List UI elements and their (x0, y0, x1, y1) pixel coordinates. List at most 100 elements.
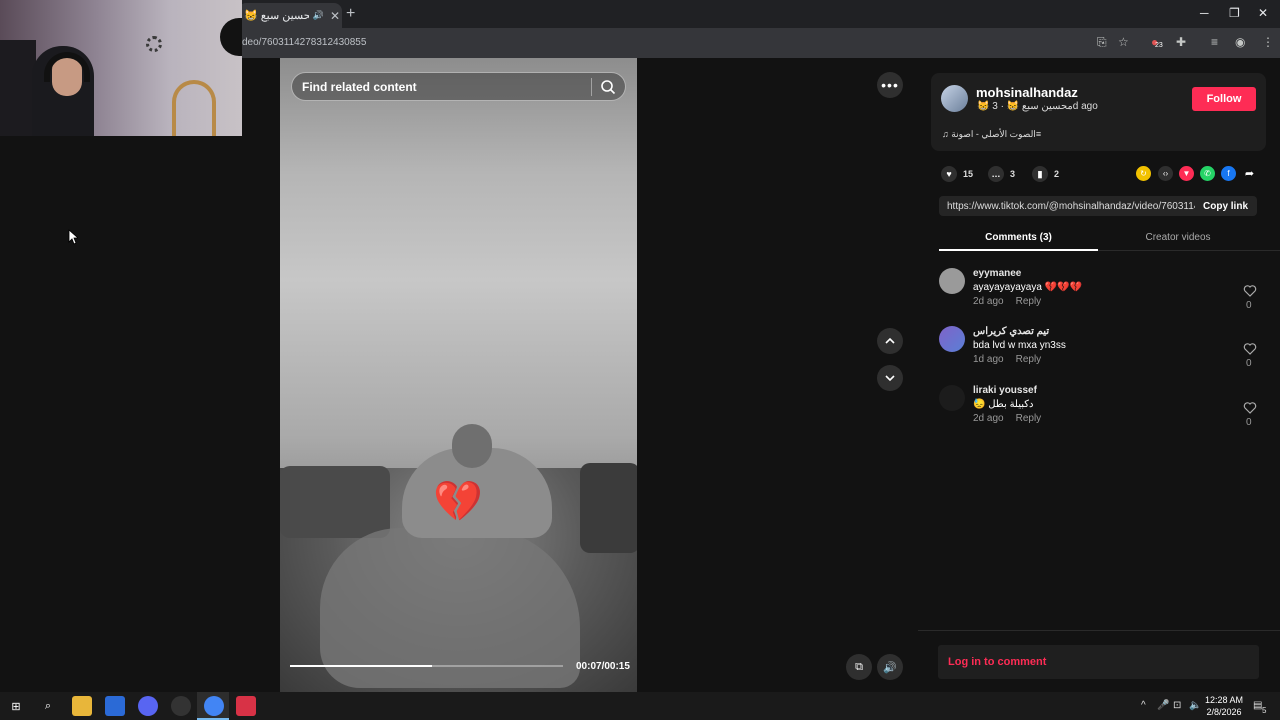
commenter-avatar[interactable] (939, 268, 965, 294)
repost-icon[interactable]: ↻ (1136, 166, 1151, 181)
minimize-button[interactable]: ─ (1200, 6, 1209, 20)
comment-count: 3 (1010, 169, 1016, 179)
restore-button[interactable]: ❐ (1229, 6, 1240, 20)
video-progress-bar[interactable] (290, 665, 563, 667)
media-control-icon[interactable]: ≡ (1211, 35, 1218, 49)
comment-like-count: 0 (1246, 417, 1252, 428)
cam-door-frame (172, 80, 216, 136)
author-avatar[interactable] (941, 85, 968, 112)
video-player[interactable]: 💔 (280, 58, 637, 692)
login-to-comment-link[interactable]: Log in to comment (948, 656, 1046, 668)
commenter-avatar[interactable] (939, 385, 965, 411)
comment-username[interactable]: liraki youssef (973, 385, 1037, 396)
volume-tray-icon[interactable]: 🔈 (1189, 700, 1201, 711)
copy-link-button[interactable]: Copy link (1203, 201, 1248, 212)
reply-button[interactable]: Reply (1016, 413, 1042, 424)
windows-taskbar: ⊞ ⌕ ^ 🎤 ⊡ 🔈 12:28 AM 2/8/2026 ▤ 5 (0, 692, 1280, 720)
close-window-button[interactable]: ✕ (1258, 6, 1268, 20)
volume-icon: 🔊 (883, 661, 897, 674)
active-tab-indicator (939, 249, 1098, 251)
search-taskbar-icon[interactable]: ⌕ (38, 696, 58, 716)
comment-meta: 2d ago Reply (973, 296, 1041, 307)
browser-tab[interactable]: 😸 محسين سبع 😸 🔊 ✕ (238, 3, 342, 28)
heart-outline-icon[interactable] (1243, 342, 1257, 356)
next-video-button[interactable] (877, 365, 903, 391)
chrome-icon[interactable] (204, 696, 224, 716)
send-icon[interactable]: ▼ (1179, 166, 1194, 181)
cam-dark-object (220, 18, 242, 56)
chevron-down-icon (885, 375, 895, 382)
reply-button[interactable]: Reply (1016, 354, 1042, 365)
like-count: 15 (963, 169, 974, 179)
comment-text: 😓 دكبيلة بطل (973, 399, 1034, 410)
menu-dots-icon[interactable]: ⋮ (1262, 35, 1274, 49)
comment-item: eyymanee ayayayayayaya 💔💔💔 2d ago Reply 0 (939, 268, 1259, 318)
broken-heart-emoji: 💔 (433, 480, 483, 524)
cam-wall-mirror (146, 36, 162, 52)
cam-chair (0, 40, 36, 136)
comment-time: 1d ago (973, 354, 1004, 365)
save-count: 2 (1054, 169, 1060, 179)
share-arrow-icon[interactable]: ➦ (1242, 166, 1257, 181)
tab-creator-videos[interactable]: Creator videos (1098, 232, 1258, 243)
taskbar-clock[interactable]: 12:28 AM 2/8/2026 (1204, 694, 1244, 718)
bookmark-star-icon[interactable]: ☆ (1118, 35, 1129, 49)
search-placeholder: Find related content (302, 80, 417, 94)
speaker-icon[interactable]: 🔊 (313, 10, 324, 21)
find-related-search[interactable]: Find related content (291, 72, 626, 101)
clock-time: 12:28 AM (1204, 695, 1244, 705)
store-icon[interactable] (105, 696, 125, 716)
embed-icon[interactable]: ‹› (1158, 166, 1173, 181)
network-icon[interactable]: ⊡ (1173, 700, 1181, 711)
save-stat[interactable]: ▮ 2 (1032, 166, 1059, 182)
install-app-icon[interactable]: ⎘ (1097, 35, 1107, 50)
discord-icon[interactable] (138, 696, 158, 716)
tray-chevron-icon[interactable]: ^ (1141, 700, 1146, 711)
hand-cursor-icon (68, 229, 78, 245)
previous-video-button[interactable] (877, 328, 903, 354)
webcam-overlay (0, 0, 242, 136)
heart-outline-icon[interactable] (1243, 401, 1257, 415)
profile-avatar-icon[interactable]: ◉ (1235, 35, 1245, 49)
like-stat[interactable]: ♥ 15 (941, 166, 973, 182)
bookmark-icon: ▮ (1032, 166, 1048, 182)
search-icon[interactable] (600, 79, 616, 95)
pip-button[interactable]: ⧉ (846, 654, 872, 680)
login-to-comment-box[interactable]: Log in to comment (938, 645, 1259, 679)
reply-button[interactable]: Reply (1016, 296, 1042, 307)
comment-username[interactable]: eyymanee (973, 268, 1021, 279)
obs-icon[interactable] (171, 696, 191, 716)
follow-button[interactable]: Follow (1192, 87, 1256, 111)
video-time: 00:07/00:15 (576, 661, 630, 672)
more-options-button[interactable]: ••• (877, 72, 903, 98)
author-username[interactable]: mohsinalhandaz (976, 85, 1078, 100)
notification-count: 5 (1262, 706, 1267, 715)
volume-button[interactable]: 🔊 (877, 654, 903, 680)
share-link-text[interactable]: https://www.tiktok.com/@mohsinalhandaz/v… (947, 201, 1195, 212)
microphone-icon[interactable]: 🎤 (1157, 700, 1169, 711)
comment-time: 2d ago (973, 413, 1004, 424)
comment-text: bda lvd w mxa yn3ss (973, 340, 1066, 351)
new-tab-button[interactable]: + (346, 5, 355, 23)
comment-stat[interactable]: … 3 (988, 166, 1015, 182)
commenter-avatar[interactable] (939, 326, 965, 352)
comment-text: ayayayayayaya 💔💔💔 (973, 282, 1083, 293)
comment-like-count: 0 (1246, 358, 1252, 369)
more-dots-icon: ••• (881, 77, 899, 93)
file-explorer-icon[interactable] (72, 696, 92, 716)
comment-meta: 1d ago Reply (973, 354, 1041, 365)
extension-badge: 23 (1155, 42, 1163, 49)
facebook-icon[interactable]: f (1221, 166, 1236, 181)
windows-start-icon[interactable]: ⊞ (6, 696, 26, 716)
music-title[interactable]: ♫ الصوت الأصلي - اصونة≡ (942, 129, 1041, 140)
extensions-puzzle-icon[interactable]: ✚ (1176, 35, 1186, 49)
url-field[interactable]: deo/7603114278312430855 (242, 37, 366, 48)
tab-close-icon[interactable]: ✕ (328, 9, 342, 23)
tab-comments[interactable]: Comments (3) (939, 232, 1098, 243)
heart-outline-icon[interactable] (1243, 284, 1257, 298)
whatsapp-icon[interactable]: ✆ (1200, 166, 1215, 181)
video-blanket (320, 528, 580, 688)
video-pillow-right (580, 463, 637, 553)
capcut-icon[interactable] (236, 696, 256, 716)
comment-username[interactable]: تيم تصدي كريراس (973, 326, 1049, 337)
